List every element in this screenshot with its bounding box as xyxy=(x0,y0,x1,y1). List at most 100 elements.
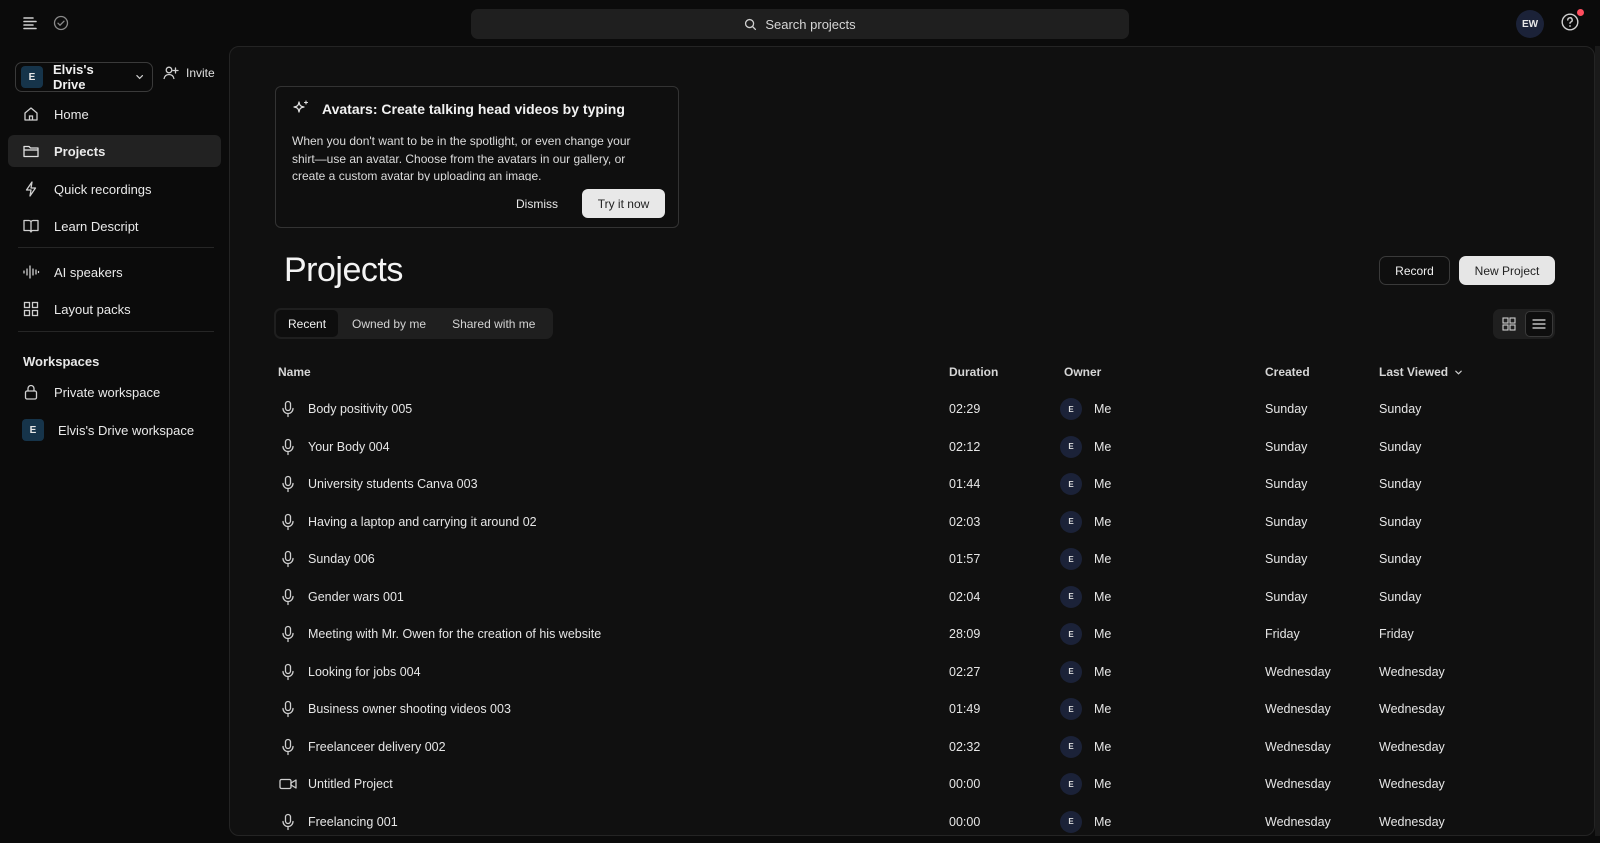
record-button[interactable]: Record xyxy=(1379,256,1450,285)
header-label: Duration xyxy=(949,365,999,379)
owner-avatar: E xyxy=(1060,735,1082,758)
table-row[interactable]: Meeting with Mr. Owen for the creation o… xyxy=(274,615,1574,653)
project-last-viewed: Wednesday xyxy=(1379,814,1445,829)
table-row[interactable]: Freelanceer delivery 002 02:32 E Me Wednesda… xyxy=(274,728,1574,766)
sidebar-item-quick-recordings[interactable]: Quick recordings xyxy=(8,173,221,205)
project-created: Sunday xyxy=(1265,439,1308,454)
owner-label: Me xyxy=(1094,702,1112,716)
table-row[interactable]: University students Canva 003 01:44 E Me Sun… xyxy=(274,465,1574,503)
project-created: Sunday xyxy=(1265,552,1308,566)
table-row[interactable]: Body positivity 005 02:29 E Me Sunday Sunday xyxy=(274,390,1574,428)
promo-body: When you don't want to be in the spotlig… xyxy=(292,134,631,181)
project-name[interactable]: Untitled Project xyxy=(308,765,393,803)
project-duration: 00:00 xyxy=(949,814,981,829)
project-duration: 02:32 xyxy=(949,739,981,754)
table-row[interactable]: Untitled Project 00:00 E Me Wednesday Wednesd… xyxy=(274,765,1574,803)
microphone-icon xyxy=(278,587,298,607)
project-name[interactable]: University students Canva 003 xyxy=(308,465,478,503)
project-name[interactable]: Meeting with Mr. Owen for the creation o… xyxy=(308,615,601,653)
user-avatar[interactable]: EW xyxy=(1516,10,1544,38)
column-header-duration[interactable]: Duration xyxy=(949,365,998,379)
sidebar-item-home[interactable]: Home xyxy=(8,98,221,130)
project-last-viewed: Wednesday xyxy=(1379,777,1445,791)
project-owner: E Me xyxy=(1060,428,1111,466)
book-icon xyxy=(23,219,39,233)
sidebar-item-learn-descript[interactable]: Learn Descript xyxy=(8,210,221,242)
owner-label: Me xyxy=(1094,664,1112,679)
project-duration: 02:12 xyxy=(949,439,981,454)
sidebar-item-layout-packs[interactable]: Layout packs xyxy=(8,293,221,325)
project-name[interactable]: Looking for jobs 004 xyxy=(308,653,421,691)
microphone-icon xyxy=(278,699,298,719)
menu-icon[interactable] xyxy=(19,12,41,34)
project-created: Sunday xyxy=(1265,402,1308,416)
try-it-now-button[interactable]: Try it now xyxy=(582,189,665,218)
project-duration: 02:27 xyxy=(949,664,981,679)
table-row[interactable]: Looking for jobs 004 02:27 E Me Wednesday Wed… xyxy=(274,653,1574,691)
scrollbar[interactable] xyxy=(1595,46,1600,836)
project-owner: E Me xyxy=(1060,540,1111,578)
sidebar-item-drive-workspace[interactable]: E Elvis's Drive workspace xyxy=(8,414,221,446)
waveform-icon xyxy=(23,265,40,279)
owner-avatar: E xyxy=(1060,435,1082,458)
project-last-viewed: Wednesday xyxy=(1379,739,1445,754)
microphone-icon xyxy=(278,437,298,457)
sidebar-item-private-workspace[interactable]: Private workspace xyxy=(8,376,221,408)
project-name[interactable]: Body positivity 005 xyxy=(308,390,412,428)
promo-card: Avatars: Create talking head videos by t… xyxy=(275,86,679,228)
tab-recent[interactable]: Recent xyxy=(276,310,339,337)
microphone-icon xyxy=(278,474,298,494)
notification-dot xyxy=(1577,9,1584,16)
dismiss-button[interactable]: Dismiss xyxy=(516,197,558,211)
filter-tabs: Recent Owned by me Shared with me xyxy=(274,308,553,339)
owner-label: Me xyxy=(1094,514,1112,529)
project-name[interactable]: Freelanceer delivery 002 xyxy=(308,728,446,766)
project-duration: 01:57 xyxy=(949,552,981,566)
tab-owned-by-me[interactable]: Owned by me xyxy=(340,310,438,337)
table-row[interactable]: Having a laptop and carrying it around 0… xyxy=(274,503,1574,541)
project-name[interactable]: Gender wars 001 xyxy=(308,578,404,616)
drive-selector[interactable]: E Elvis's Drive xyxy=(15,62,153,92)
sidebar-item-label: AI speakers xyxy=(54,264,123,280)
project-duration: 00:00 xyxy=(949,777,981,791)
table-row[interactable]: Gender wars 001 02:04 E Me Sunday Sunday xyxy=(274,578,1574,616)
check-circle-icon[interactable] xyxy=(50,12,72,34)
project-name[interactable]: Having a laptop and carrying it around 0… xyxy=(308,503,537,541)
table-row[interactable]: Freelancing 001 00:00 E Me Wednesday Wednesda… xyxy=(274,803,1574,836)
project-last-viewed: Sunday xyxy=(1379,439,1422,454)
search-input[interactable]: Search projects xyxy=(471,9,1129,39)
column-header-last-viewed[interactable]: Last Viewed xyxy=(1379,365,1463,379)
column-header-name[interactable]: Name xyxy=(278,365,311,379)
owner-avatar: E xyxy=(1060,773,1082,795)
project-last-viewed: Wednesday xyxy=(1379,664,1445,679)
project-created: Wednesday xyxy=(1265,814,1331,829)
new-project-button[interactable]: New Project xyxy=(1459,256,1555,285)
project-name[interactable]: Your Body 004 xyxy=(308,428,390,466)
invite-label: Invite xyxy=(186,66,215,80)
table-row[interactable]: Sunday 006 01:57 E Me Sunday Sunday xyxy=(274,540,1574,578)
microphone-icon xyxy=(278,737,298,757)
sidebar-item-projects[interactable]: Projects xyxy=(8,135,221,167)
project-created: Sunday xyxy=(1265,477,1308,491)
invite-button[interactable]: Invite xyxy=(163,66,215,80)
table-row[interactable]: Your Body 004 02:12 E Me Sunday Sunday xyxy=(274,428,1574,466)
table-row[interactable]: Business owner shooting videos 003 01:49 E… xyxy=(274,690,1574,728)
grid-view-button[interactable] xyxy=(1495,311,1523,337)
project-owner: E Me xyxy=(1060,690,1111,728)
sidebar-item-ai-speakers[interactable]: AI speakers xyxy=(8,256,221,288)
list-view-button[interactable] xyxy=(1525,311,1553,337)
column-header-created[interactable]: Created xyxy=(1265,365,1310,379)
owner-label: Me xyxy=(1094,402,1112,416)
tab-shared-with-me[interactable]: Shared with me xyxy=(440,310,547,337)
owner-label: Me xyxy=(1094,589,1112,604)
owner-avatar: E xyxy=(1060,660,1082,683)
project-name[interactable]: Freelancing 001 xyxy=(308,803,398,836)
project-last-viewed: Sunday xyxy=(1379,402,1422,416)
promo-title: Avatars: Create talking head videos by t… xyxy=(322,101,625,117)
project-name[interactable]: Business owner shooting videos 003 xyxy=(308,690,511,728)
project-name[interactable]: Sunday 006 xyxy=(308,540,375,578)
main-panel: Avatars: Create talking head videos by t… xyxy=(229,46,1595,836)
column-header-owner[interactable]: Owner xyxy=(1064,365,1101,379)
sidebar-divider xyxy=(18,331,214,332)
project-created: Sunday xyxy=(1265,514,1308,529)
